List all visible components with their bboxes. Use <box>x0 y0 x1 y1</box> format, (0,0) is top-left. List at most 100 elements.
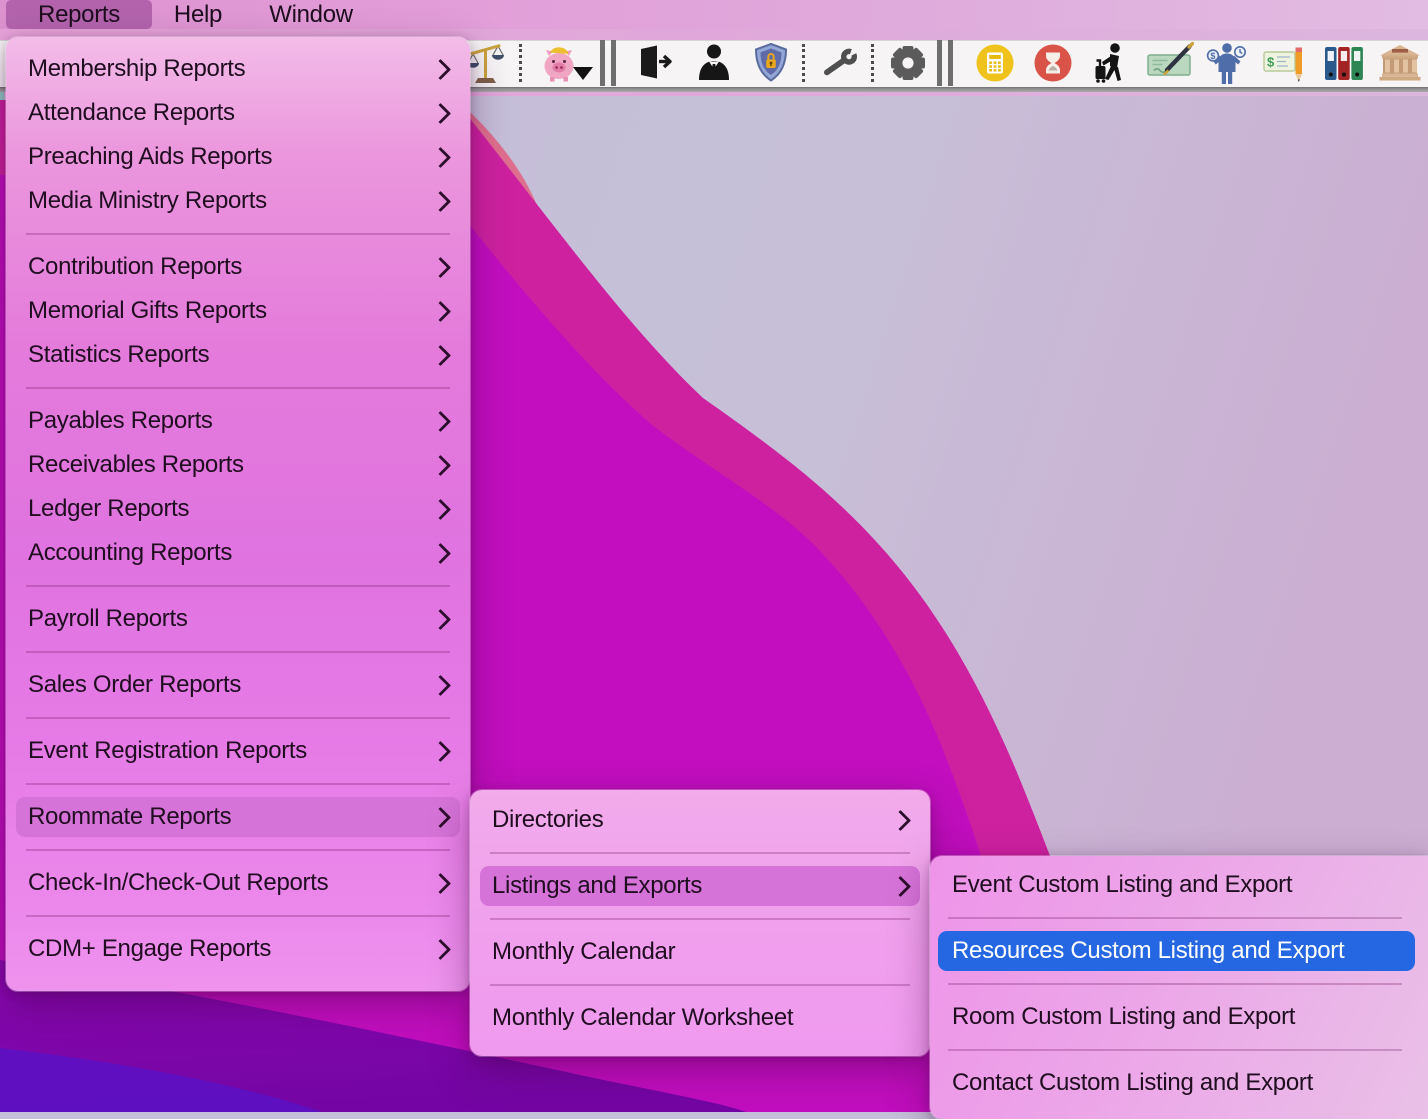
dropdown-arrow-icon <box>573 67 593 80</box>
menu-item-preaching-aids-reports[interactable]: Preaching Aids Reports <box>6 135 470 179</box>
svg-text:$: $ <box>1267 55 1275 70</box>
menu-item-listings-and-exports[interactable]: Listings and Exports <box>470 864 930 908</box>
check-in-traveler-icon[interactable] <box>1087 40 1135 86</box>
sign-out-glyph <box>635 43 675 83</box>
traveler-glyph <box>1089 41 1133 85</box>
balance-scale-glyph <box>465 41 507 85</box>
calculator-icon[interactable] <box>971 40 1019 86</box>
roommate-reports-submenu: Directories Listings and Exports Monthly… <box>470 790 930 1056</box>
settings-gear-glyph <box>887 42 929 84</box>
menu-item-payables-reports[interactable]: Payables Reports <box>6 399 470 443</box>
svg-text:$: $ <box>1210 51 1215 61</box>
menubar-item-reports-label: Reports <box>38 1 120 29</box>
menu-item-statistics-reports[interactable]: Statistics Reports <box>6 333 470 377</box>
menu-separator <box>930 1039 1428 1061</box>
submenu-chevron-icon <box>430 256 451 277</box>
menu-separator <box>6 839 470 861</box>
menu-item-check-in-check-out-reports[interactable]: Check-In/Check-Out Reports <box>6 861 470 905</box>
payables-check-pencil-icon[interactable]: $ <box>1261 40 1309 86</box>
payroll-person-glyph: $ <box>1205 41 1249 85</box>
menu-separator <box>6 905 470 927</box>
menu-item-cdm-engage-reports[interactable]: CDM+ Engage Reports <box>6 927 470 971</box>
menu-item-roommate-reports[interactable]: Roommate Reports <box>6 795 470 839</box>
menu-bar: Reports Help Window <box>0 0 1428 29</box>
submenu-chevron-icon <box>890 809 911 830</box>
menubar-item-help[interactable]: Help <box>160 0 236 29</box>
menu-separator <box>930 973 1428 995</box>
security-shield-glyph <box>751 42 791 84</box>
submenu-chevron-icon <box>430 872 451 893</box>
bank-building-icon[interactable] <box>1376 40 1424 86</box>
menu-separator <box>6 575 470 597</box>
submenu-chevron-icon <box>430 806 451 827</box>
utilities-wrench-glyph <box>818 41 862 85</box>
check-pencil-glyph: $ <box>1262 41 1308 85</box>
settings-gear-icon[interactable] <box>884 40 932 86</box>
menu-item-room-custom-listing-and-export[interactable]: Room Custom Listing and Export <box>930 995 1428 1039</box>
security-shield-icon[interactable] <box>747 40 795 86</box>
menu-separator <box>470 974 930 996</box>
menu-item-payroll-reports[interactable]: Payroll Reports <box>6 597 470 641</box>
menu-item-receivables-reports[interactable]: Receivables Reports <box>6 443 470 487</box>
submenu-chevron-icon <box>430 542 451 563</box>
listings-and-exports-submenu: Event Custom Listing and Export Resource… <box>930 856 1428 1119</box>
time-clock-hourglass-icon[interactable] <box>1029 40 1077 86</box>
toolbar-separator <box>802 44 805 82</box>
menu-separator <box>470 908 930 930</box>
menu-item-accounting-reports[interactable]: Accounting Reports <box>6 531 470 575</box>
sign-out-door-icon[interactable] <box>631 40 679 86</box>
menu-item-event-custom-listing-and-export[interactable]: Event Custom Listing and Export <box>930 863 1428 907</box>
menu-item-resources-custom-listing-and-export[interactable]: Resources Custom Listing and Export <box>930 929 1428 973</box>
check-pen-glyph <box>1146 42 1194 84</box>
menu-item-memorial-gifts-reports[interactable]: Memorial Gifts Reports <box>6 289 470 333</box>
menubar-item-window[interactable]: Window <box>252 0 370 29</box>
submenu-chevron-icon <box>430 410 451 431</box>
member-person-icon[interactable] <box>690 40 738 86</box>
submenu-chevron-icon <box>430 102 451 123</box>
ledger-binders-icon[interactable] <box>1320 40 1368 86</box>
submenu-chevron-icon <box>430 146 451 167</box>
submenu-chevron-icon <box>430 938 451 959</box>
submenu-chevron-icon <box>430 344 451 365</box>
bank-glyph <box>1377 42 1423 84</box>
menu-item-sales-order-reports[interactable]: Sales Order Reports <box>6 663 470 707</box>
menu-item-event-registration-reports[interactable]: Event Registration Reports <box>6 729 470 773</box>
payroll-person-icon[interactable]: $ <box>1203 40 1251 86</box>
reports-menu: Membership Reports Attendance Reports Pr… <box>6 37 470 991</box>
submenu-chevron-icon <box>890 875 911 896</box>
submenu-chevron-icon <box>430 300 451 321</box>
submenu-chevron-icon <box>430 608 451 629</box>
toolbar-group-divider <box>600 40 616 86</box>
submenu-chevron-icon <box>430 498 451 519</box>
submenu-chevron-icon <box>430 740 451 761</box>
menu-separator <box>6 773 470 795</box>
menu-separator <box>470 842 930 864</box>
submenu-chevron-icon <box>430 58 451 79</box>
utilities-wrench-icon[interactable] <box>816 40 864 86</box>
menu-item-monthly-calendar-worksheet[interactable]: Monthly Calendar Worksheet <box>470 996 930 1040</box>
menubar-item-window-label: Window <box>269 1 353 29</box>
calculator-glyph <box>974 42 1016 84</box>
hourglass-glyph <box>1032 42 1074 84</box>
menu-item-media-ministry-reports[interactable]: Media Ministry Reports <box>6 179 470 223</box>
menu-separator <box>6 377 470 399</box>
menu-item-contribution-reports[interactable]: Contribution Reports <box>6 245 470 289</box>
menubar-item-reports[interactable]: Reports <box>6 0 152 29</box>
binders-glyph <box>1321 42 1367 84</box>
check-writing-pen-icon[interactable] <box>1146 40 1194 86</box>
toolbar-separator <box>871 44 874 82</box>
menu-item-directories[interactable]: Directories <box>470 798 930 842</box>
menubar-item-help-label: Help <box>174 1 222 29</box>
submenu-chevron-icon <box>430 190 451 211</box>
menu-separator <box>6 641 470 663</box>
piggy-bank-icon[interactable] <box>537 40 585 86</box>
submenu-chevron-icon <box>430 674 451 695</box>
member-person-glyph <box>695 42 733 84</box>
menu-item-contact-custom-listing-and-export[interactable]: Contact Custom Listing and Export <box>930 1061 1428 1105</box>
toolbar-group-divider <box>937 40 953 86</box>
menu-item-membership-reports[interactable]: Membership Reports <box>6 47 470 91</box>
menu-item-ledger-reports[interactable]: Ledger Reports <box>6 487 470 531</box>
menu-item-monthly-calendar[interactable]: Monthly Calendar <box>470 930 930 974</box>
menu-separator <box>930 907 1428 929</box>
menu-item-attendance-reports[interactable]: Attendance Reports <box>6 91 470 135</box>
